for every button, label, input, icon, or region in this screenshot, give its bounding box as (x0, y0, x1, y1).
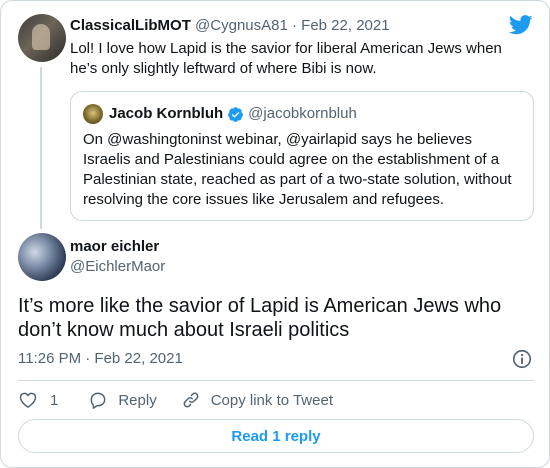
quoted-tweet-header: Jacob Kornbluh @jacobkornbluh (109, 104, 357, 124)
parent-author-handle[interactable]: @CygnusA81 (195, 17, 288, 34)
like-button[interactable]: 1 (18, 390, 58, 410)
divider (18, 380, 534, 381)
copy-link-label: Copy link to Tweet (210, 391, 333, 409)
quoted-tweet-text: On @washingtoninst webinar, @yairlapid s… (83, 131, 512, 208)
main-tweet-text: It’s more like the savior of Lapid is Am… (18, 295, 502, 341)
main-tweet-timestamp[interactable]: 11:26 PM · Feb 22, 2021 (18, 349, 183, 369)
like-count: 1 (50, 391, 59, 409)
action-bar: 1 Reply Copy link to Tweet (18, 389, 333, 411)
main-author-name[interactable]: maor eichler (70, 237, 159, 257)
parent-tweet-header: ClassicalLibMOT @CygnusA81 · Feb 22, 202… (70, 16, 390, 36)
link-icon (183, 392, 199, 408)
reply-button[interactable]: Reply (88, 390, 157, 410)
main-avatar[interactable] (18, 233, 66, 281)
parent-separator: · (292, 17, 297, 34)
parent-tweet-text: Lol! I love how Lapid is the savior for … (70, 40, 502, 77)
verified-badge-icon (228, 106, 244, 122)
quoted-avatar (83, 104, 103, 124)
main-author-handle[interactable]: @EichlerMaor (70, 257, 165, 277)
tweet-embed-card: ClassicalLibMOT @CygnusA81 · Feb 22, 202… (0, 0, 550, 468)
read-replies-button[interactable]: Read 1 reply (18, 419, 534, 453)
quoted-author-name: Jacob Kornbluh (109, 105, 224, 122)
parent-tweet-date[interactable]: Feb 22, 2021 (301, 17, 389, 34)
reply-label: Reply (118, 391, 157, 409)
copy-link-button[interactable]: Copy link to Tweet (181, 390, 333, 410)
reply-bubble-icon (90, 392, 106, 409)
parent-avatar[interactable] (18, 14, 66, 62)
twitter-bird-icon[interactable] (509, 15, 533, 35)
heart-icon (19, 392, 37, 408)
parent-author-name[interactable]: ClassicalLibMOT (70, 17, 191, 34)
quoted-author-handle: @jacobkornbluh (248, 105, 357, 122)
info-icon[interactable] (511, 348, 533, 370)
thread-connector-line (40, 67, 42, 229)
quoted-tweet[interactable]: Jacob Kornbluh @jacobkornbluh On @washin… (70, 91, 534, 221)
